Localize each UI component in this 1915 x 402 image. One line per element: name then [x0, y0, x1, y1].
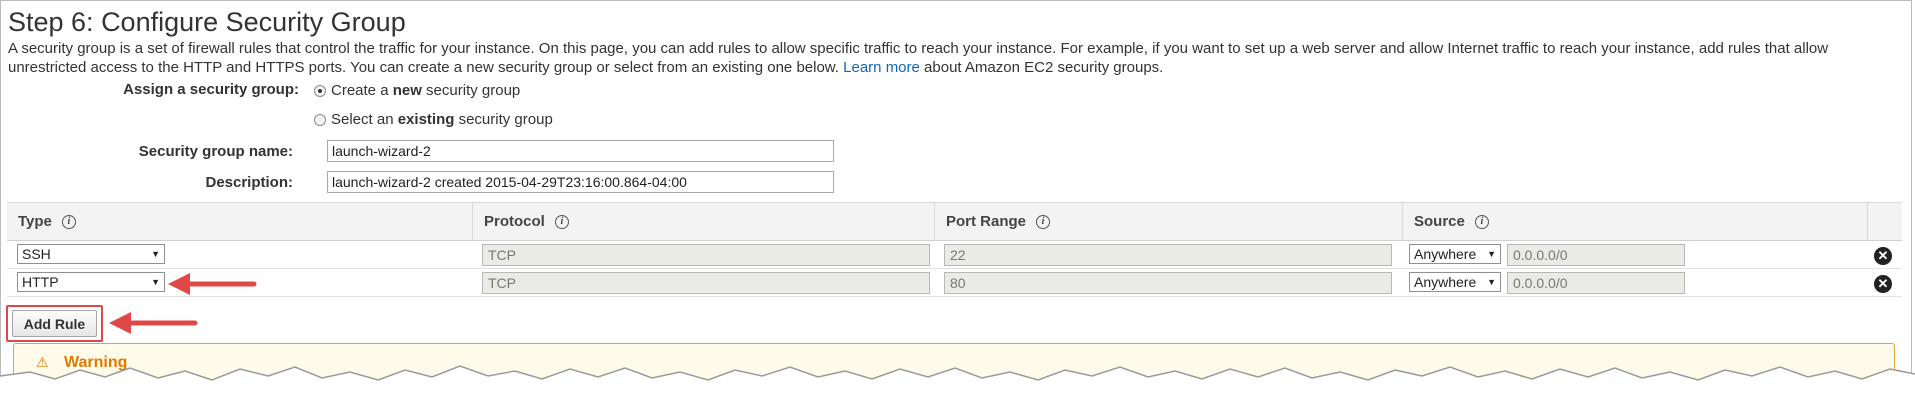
source-cidr-field[interactable]: 0.0.0.0/0: [1507, 244, 1685, 266]
header-port-range: Port Range i: [934, 203, 1402, 240]
security-group-panel: Step 6: Configure Security Group A secur…: [0, 0, 1912, 398]
radio-select-existing[interactable]: Select an existing security group: [314, 111, 553, 128]
annotation-arrow-add-rule: [109, 312, 198, 334]
type-select[interactable]: HTTP ▼: [17, 272, 165, 292]
chevron-down-icon: ▼: [151, 249, 160, 259]
info-circle-icon[interactable]: i: [1036, 214, 1051, 229]
port-range-field: 80: [944, 272, 1392, 294]
radio-create-new-circle[interactable]: [314, 84, 326, 97]
info-circle-icon[interactable]: i: [1474, 214, 1489, 229]
port-range-field: 22: [944, 244, 1392, 266]
header-source: Source i: [1402, 203, 1867, 240]
header-actions: [1867, 203, 1902, 240]
chevron-down-icon: ▼: [1487, 277, 1496, 287]
page-description: A security group is a set of firewall ru…: [8, 39, 1903, 77]
source-select[interactable]: Anywhere ▼: [1409, 272, 1501, 292]
add-rule-button[interactable]: Add Rule: [12, 310, 97, 337]
type-select[interactable]: SSH ▼: [17, 244, 165, 264]
source-select[interactable]: Anywhere ▼: [1409, 244, 1501, 264]
page-title: Step 6: Configure Security Group: [8, 7, 406, 37]
info-circle-icon[interactable]: i: [61, 214, 76, 229]
header-type: Type i: [7, 203, 472, 240]
remove-circle-icon[interactable]: ✕: [1874, 247, 1892, 265]
annotation-arrow-type: [168, 273, 257, 295]
assign-security-group-label: Assign a security group:: [123, 81, 299, 98]
source-cidr-field[interactable]: 0.0.0.0/0: [1507, 272, 1685, 294]
chevron-down-icon: ▼: [151, 277, 160, 287]
security-group-name-label: Security group name:: [138, 143, 293, 160]
description-label: Description:: [205, 174, 293, 191]
torn-edge-decoration: [0, 365, 1915, 402]
learn-more-suffix: about Amazon EC2 security groups.: [924, 59, 1164, 76]
protocol-field: TCP: [482, 244, 930, 266]
header-protocol: Protocol i: [472, 203, 934, 240]
learn-more-link[interactable]: Learn more: [843, 59, 920, 76]
radio-select-existing-label: Select an existing security group: [331, 111, 553, 128]
security-group-name-input[interactable]: launch-wizard-2: [327, 140, 834, 162]
radio-select-existing-circle[interactable]: [314, 113, 326, 126]
description-input[interactable]: launch-wizard-2 created 2015-04-29T23:16…: [327, 171, 834, 193]
radio-create-new[interactable]: Create a new security group: [314, 82, 520, 99]
protocol-field: TCP: [482, 272, 930, 294]
radio-create-new-label: Create a new security group: [331, 82, 521, 99]
info-circle-icon[interactable]: i: [554, 214, 569, 229]
rules-table-header: Type i Protocol i Port Range i Source i: [7, 202, 1902, 241]
remove-circle-icon[interactable]: ✕: [1874, 275, 1892, 293]
chevron-down-icon: ▼: [1487, 249, 1496, 259]
